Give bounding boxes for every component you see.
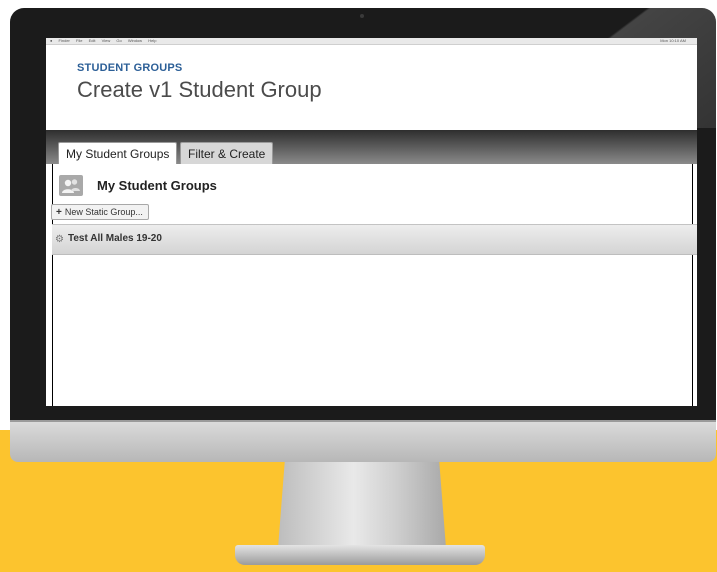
mac-menubar: ● Finder File Edit View Go Window Help M…: [46, 38, 697, 45]
monitor-stand-neck: [278, 462, 446, 548]
menu-item-view[interactable]: View: [102, 38, 111, 43]
content-border-right: [692, 164, 693, 412]
menu-item-window[interactable]: Window: [128, 38, 142, 43]
menubar-clock[interactable]: Mon 10:10 AM: [660, 38, 686, 43]
tab-filter-create[interactable]: Filter & Create: [180, 142, 274, 164]
page-title: Create v1 Student Group: [77, 77, 322, 102]
camera-icon: [360, 14, 364, 18]
menubar-left: ● Finder File Edit View Go Window Help: [50, 38, 161, 44]
page-header: STUDENT GROUPS Create v1 Student Group: [77, 62, 322, 103]
monitor-chin: [10, 420, 716, 462]
content-border-left: [52, 164, 53, 412]
menu-item-edit[interactable]: Edit: [89, 38, 96, 43]
menu-item-help[interactable]: Help: [148, 38, 156, 43]
tab-bar: My Student Groups Filter & Create: [46, 130, 697, 164]
tab-my-student-groups[interactable]: My Student Groups: [58, 142, 178, 164]
plus-icon: +: [56, 207, 62, 218]
section-title: My Student Groups: [97, 178, 217, 193]
group-name[interactable]: Test All Males 19-20: [68, 233, 162, 244]
chin-edge: [10, 420, 716, 422]
group-row[interactable]: ⚙ Test All Males 19-20: [52, 224, 697, 255]
gear-icon[interactable]: ⚙: [55, 234, 64, 246]
screen: ● Finder File Edit View Go Window Help M…: [46, 38, 697, 412]
menu-item-finder[interactable]: Finder: [59, 38, 70, 43]
apple-menu-icon[interactable]: ●: [50, 38, 52, 43]
screen-bottom-edge: [46, 406, 697, 412]
monitor-stand-foot: [235, 545, 485, 565]
menu-item-go[interactable]: Go: [116, 38, 121, 43]
new-static-group-button[interactable]: + New Static Group...: [51, 204, 149, 220]
new-static-group-label: New Static Group...: [64, 207, 143, 217]
people-icon: [59, 175, 83, 196]
monitor-bezel: ● Finder File Edit View Go Window Help M…: [10, 8, 716, 420]
menu-item-file[interactable]: File: [76, 38, 82, 43]
section-overline: STUDENT GROUPS: [77, 62, 183, 74]
menubar-status: Mon 10:10 AM: [660, 38, 691, 44]
